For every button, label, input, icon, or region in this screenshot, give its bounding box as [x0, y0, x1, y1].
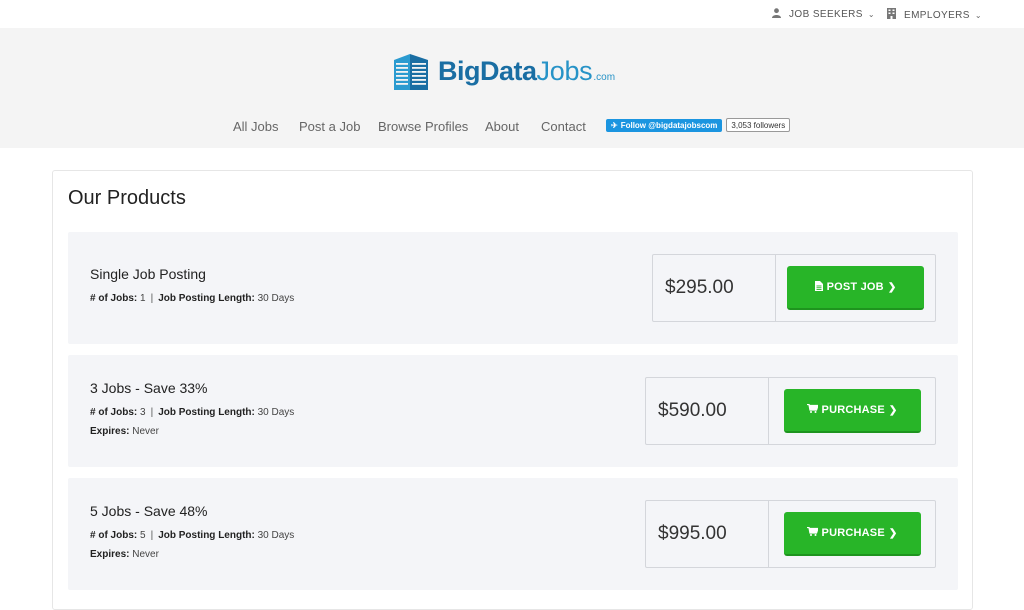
chevron-right-icon: ❯ [888, 527, 898, 539]
building-logo-icon [394, 54, 428, 90]
price-box: $295.00 POST JOB ❯ [652, 254, 936, 322]
page-title: Our Products [68, 187, 186, 209]
main-nav: All Jobs Post a Job Browse Profiles Abou… [0, 118, 1024, 138]
nav-browse-profiles[interactable]: Browse Profiles [378, 119, 468, 134]
jobs-count-label: # of Jobs: [90, 407, 138, 418]
posting-length-value: 30 Days [257, 293, 295, 304]
posting-length-value: 30 Days [257, 530, 295, 541]
nav-contact[interactable]: Contact [541, 119, 586, 134]
jobs-count-value: 3 [140, 407, 146, 418]
expires-value: Never [132, 426, 159, 437]
posting-length-label: Job Posting Length: [158, 407, 255, 418]
product-price: $295.00 [653, 255, 776, 321]
meta-divider: | [150, 407, 154, 418]
twitter-follow-widget: ✈ Follow @bigdatajobscom 3,053 followers [606, 118, 791, 132]
posting-length-value: 30 Days [257, 407, 295, 418]
utility-bar: JOB SEEKERS ⌄ EMPLOYERS ⌄ [0, 0, 1024, 28]
twitter-followers-count[interactable]: 3,053 followers [726, 118, 791, 132]
file-icon [814, 280, 823, 294]
product-meta: # of Jobs: 1 | Job Posting Length: 30 Days [90, 293, 294, 304]
job-seekers-menu[interactable]: JOB SEEKERS ⌄ [772, 8, 875, 21]
jobs-count-value: 5 [140, 530, 146, 541]
building-icon [887, 8, 896, 22]
user-icon [772, 8, 781, 21]
chevron-right-icon: ❯ [888, 404, 898, 416]
logo-wordmark: Big Data Jobs .com [438, 56, 615, 87]
chevron-right-icon: ❯ [887, 281, 897, 293]
nav-about[interactable]: About [485, 119, 519, 134]
job-seekers-label: JOB SEEKERS [789, 9, 863, 20]
twitter-follow-label: Follow @bigdatajobscom [620, 120, 718, 130]
product-card-3-jobs: 3 Jobs - Save 33% # of Jobs: 3 | Job Posti… [68, 355, 958, 467]
employers-label: EMPLOYERS [904, 9, 970, 21]
expires-label: Expires: [90, 549, 130, 560]
nav-all-jobs[interactable]: All Jobs [233, 119, 279, 134]
meta-divider: | [150, 293, 154, 304]
price-box: $590.00 PURCHASE ❯ [645, 377, 936, 445]
product-meta: # of Jobs: 3 | Job Posting Length: 30 Days [90, 407, 294, 418]
site-header: Big Data Jobs .com All Jobs Post a Job Brow… [0, 28, 1024, 148]
product-card-5-jobs: 5 Jobs - Save 48% # of Jobs: 5 | Job Posti… [68, 478, 958, 590]
posting-length-label: Job Posting Length: [158, 293, 255, 304]
post-job-label: POST JOB [826, 281, 884, 293]
employers-menu[interactable]: EMPLOYERS ⌄ [887, 8, 982, 22]
chevron-down-icon: ⌄ [867, 10, 875, 19]
posting-length-label: Job Posting Length: [158, 530, 255, 541]
logo-data: Data [480, 56, 537, 86]
logo-jobs: Jobs [536, 56, 593, 86]
product-name: 3 Jobs - Save 33% [90, 380, 208, 396]
site-logo[interactable]: Big Data Jobs .com [390, 52, 615, 90]
jobs-count-label: # of Jobs: [90, 530, 138, 541]
products-panel: Our Products Single Job Posting # of Job… [52, 170, 973, 610]
logo-big: Big [438, 56, 481, 86]
price-box: $995.00 PURCHASE ❯ [645, 500, 936, 568]
cart-icon [806, 526, 819, 539]
cart-icon [806, 403, 819, 416]
product-price: $995.00 [646, 501, 769, 567]
expires-label: Expires: [90, 426, 130, 437]
purchase-button[interactable]: PURCHASE ❯ [783, 389, 921, 433]
jobs-count-value: 1 [140, 293, 146, 304]
product-name: 5 Jobs - Save 48% [90, 503, 208, 519]
meta-divider: | [150, 530, 154, 541]
purchase-label: PURCHASE [821, 527, 885, 539]
chevron-down-icon: ⌄ [974, 10, 982, 20]
post-job-button[interactable]: POST JOB ❯ [787, 266, 924, 310]
product-expires: Expires: Never [90, 426, 159, 437]
twitter-follow-button[interactable]: ✈ Follow @bigdatajobscom [606, 118, 723, 132]
expires-value: Never [132, 549, 159, 560]
purchase-label: PURCHASE [821, 404, 885, 416]
jobs-count-label: # of Jobs: [90, 293, 138, 304]
product-card-single: Single Job Posting # of Jobs: 1 | Job Post… [68, 232, 958, 344]
product-meta: # of Jobs: 5 | Job Posting Length: 30 Days [90, 530, 294, 541]
product-name: Single Job Posting [90, 266, 206, 282]
twitter-bird-icon: ✈ [611, 120, 618, 130]
nav-post-a-job[interactable]: Post a Job [299, 119, 360, 134]
product-expires: Expires: Never [90, 549, 159, 560]
logo-com: .com [593, 72, 616, 83]
purchase-button[interactable]: PURCHASE ❯ [783, 512, 921, 556]
product-price: $590.00 [646, 378, 769, 444]
